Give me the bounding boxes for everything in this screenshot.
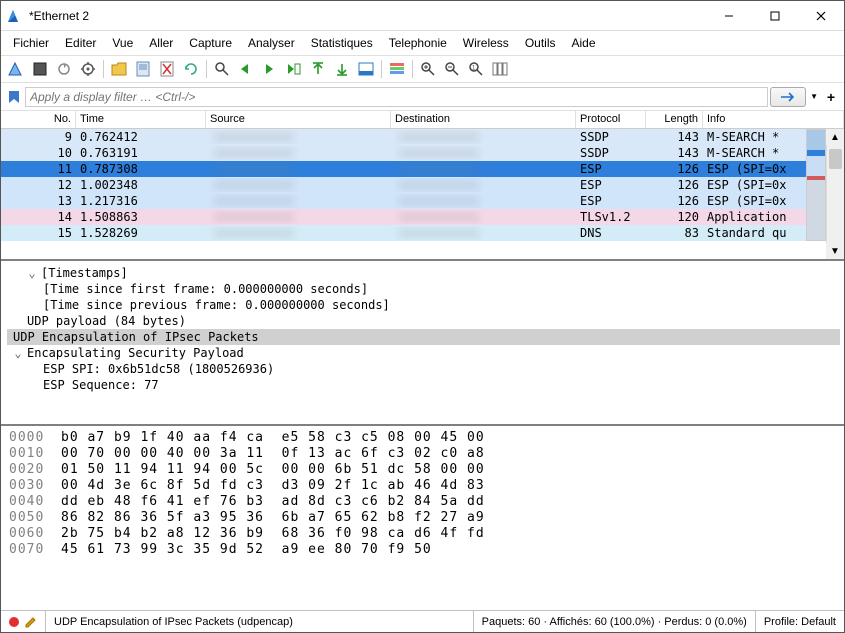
close-button[interactable]	[798, 1, 844, 31]
go-first-packet-icon[interactable]	[307, 58, 329, 80]
go-to-packet-icon[interactable]	[283, 58, 305, 80]
save-file-icon[interactable]	[132, 58, 154, 80]
zoom-out-icon[interactable]	[441, 58, 463, 80]
packet-row[interactable]: 110.787308ESP126ESP (SPI=0x	[1, 161, 844, 177]
shark-fin-icon[interactable]	[5, 58, 27, 80]
status-desc: UDP Encapsulation of IPsec Packets (udpe…	[46, 611, 474, 632]
menu-statistiques[interactable]: Statistiques	[303, 34, 381, 52]
hex-dump-pane[interactable]: 0000b0 a7 b9 1f 40 aa f4 ca e5 58 c3 c5 …	[1, 426, 844, 610]
filter-bar: ▼ +	[1, 83, 844, 111]
minimize-button[interactable]	[706, 1, 752, 31]
menu-aide[interactable]: Aide	[564, 34, 604, 52]
menu-capture[interactable]: Capture	[181, 34, 240, 52]
packet-list-scrollbar[interactable]: ▲ ▼	[826, 129, 844, 259]
status-bar: UDP Encapsulation of IPsec Packets (udpe…	[1, 610, 844, 632]
go-last-packet-icon[interactable]	[331, 58, 353, 80]
auto-scroll-icon[interactable]	[355, 58, 377, 80]
hex-row[interactable]: 002001 50 11 94 11 94 00 5c 00 00 6b 51 …	[9, 462, 836, 478]
col-header-dst[interactable]: Destination	[391, 111, 576, 128]
tree-esp-spi: ESP SPI: 0x6b51dc58 (1800526936)	[7, 361, 840, 377]
stop-capture-icon[interactable]	[29, 58, 51, 80]
hex-row[interactable]: 003000 4d 3e 6c 8f 5d fd c3 d3 09 2f 1c …	[9, 478, 836, 494]
filter-dropdown-icon[interactable]: ▼	[808, 92, 820, 101]
status-left	[1, 611, 46, 632]
filter-bookmark-icon[interactable]	[5, 88, 23, 106]
twisty-open-icon[interactable]: ⌄	[13, 346, 23, 360]
packet-row[interactable]: 121.002348ESP126ESP (SPI=0x	[1, 177, 844, 193]
col-header-time[interactable]: Time	[76, 111, 206, 128]
tree-udp-encap: UDP Encapsulation of IPsec Packets	[7, 329, 840, 345]
hex-row[interactable]: 005086 82 86 36 5f a3 95 36 6b a7 65 62 …	[9, 510, 836, 526]
col-header-len[interactable]: Length	[646, 111, 703, 128]
menu-analyser[interactable]: Analyser	[240, 34, 303, 52]
menu-vue[interactable]: Vue	[104, 34, 141, 52]
filter-apply-button[interactable]	[770, 87, 806, 107]
hex-row[interactable]: 0000b0 a7 b9 1f 40 aa f4 ca e5 58 c3 c5 …	[9, 430, 836, 446]
toolbar-separator	[103, 60, 104, 78]
menu-outils[interactable]: Outils	[517, 34, 564, 52]
reload-icon[interactable]	[180, 58, 202, 80]
tree-ts-first: [Time since first frame: 0.000000000 sec…	[7, 281, 840, 297]
capture-options-icon[interactable]	[77, 58, 99, 80]
maximize-button[interactable]	[752, 1, 798, 31]
zoom-reset-icon[interactable]: 1	[465, 58, 487, 80]
filter-add-button[interactable]: +	[822, 88, 840, 106]
app-logo-icon	[7, 8, 23, 24]
display-filter-input[interactable]	[25, 87, 768, 107]
hex-row[interactable]: 001000 70 00 00 40 00 3a 11 0f 13 ac 6f …	[9, 446, 836, 462]
col-header-info[interactable]: Info	[703, 111, 844, 128]
tree-timestamps: ⌄[Timestamps]	[7, 265, 840, 281]
menu-aller[interactable]: Aller	[141, 34, 181, 52]
colorize-icon[interactable]	[386, 58, 408, 80]
packet-list-header[interactable]: No. Time Source Destination Protocol Len…	[1, 111, 844, 129]
menu-bar: Fichier Editer Vue Aller Capture Analyse…	[1, 31, 844, 55]
hex-row[interactable]: 00602b 75 b4 b2 a8 12 36 b9 68 36 f0 98 …	[9, 526, 836, 542]
expert-info-icon[interactable]	[9, 617, 19, 627]
toolbar-separator	[381, 60, 382, 78]
edit-icon[interactable]	[25, 616, 37, 628]
hex-row[interactable]: 0040dd eb 48 f6 41 ef 76 b3 ad 8d c3 c6 …	[9, 494, 836, 510]
packet-row[interactable]: 100.763191SSDP143M-SEARCH *	[1, 145, 844, 161]
packet-minimap[interactable]	[806, 129, 826, 241]
status-packet-counts: Paquets: 60 · Affichés: 60 (100.0%) · Pe…	[474, 611, 756, 632]
packet-row[interactable]: 151.528269DNS83Standard qu	[1, 225, 844, 241]
find-packet-icon[interactable]	[211, 58, 233, 80]
col-header-no[interactable]: No.	[1, 111, 76, 128]
tree-esp: ⌄Encapsulating Security Payload	[7, 345, 840, 361]
zoom-in-icon[interactable]	[417, 58, 439, 80]
toolbar-separator	[412, 60, 413, 78]
go-next-packet-icon[interactable]	[259, 58, 281, 80]
packet-rows[interactable]: 90.762412SSDP143M-SEARCH * 100.763191SSD…	[1, 129, 844, 259]
open-file-icon[interactable]	[108, 58, 130, 80]
packet-row[interactable]: 131.217316ESP126ESP (SPI=0x	[1, 193, 844, 209]
tree-udp-payload: UDP payload (84 bytes)	[7, 313, 840, 329]
col-header-proto[interactable]: Protocol	[576, 111, 646, 128]
app-window: *Ethernet 2 Fichier Editer Vue Aller Cap…	[0, 0, 845, 633]
go-prev-packet-icon[interactable]	[235, 58, 257, 80]
packet-row[interactable]: 90.762412SSDP143M-SEARCH *	[1, 129, 844, 145]
packet-detail-pane[interactable]: ⌄[Timestamps] [Time since first frame: 0…	[1, 261, 844, 426]
twisty-open-icon[interactable]: ⌄	[27, 266, 37, 280]
scroll-down-icon[interactable]: ▼	[826, 243, 844, 259]
resize-columns-icon[interactable]	[489, 58, 511, 80]
packet-row[interactable]: 141.508863TLSv1.2120Application	[1, 209, 844, 225]
menu-telephonie[interactable]: Telephonie	[381, 34, 455, 52]
status-profile: Profile: Default	[756, 611, 844, 632]
scroll-up-icon[interactable]: ▲	[826, 129, 844, 145]
menu-editer[interactable]: Editer	[57, 34, 104, 52]
toolbar-separator	[206, 60, 207, 78]
close-file-icon[interactable]	[156, 58, 178, 80]
hex-row[interactable]: 007045 61 73 99 3c 35 9d 52 a9 ee 80 70 …	[9, 542, 836, 558]
window-title: *Ethernet 2	[29, 9, 706, 23]
titlebar: *Ethernet 2	[1, 1, 844, 31]
packet-list-pane: No. Time Source Destination Protocol Len…	[1, 111, 844, 261]
menu-fichier[interactable]: Fichier	[5, 34, 57, 52]
tool-bar: 1	[1, 55, 844, 83]
col-header-src[interactable]: Source	[206, 111, 391, 128]
tree-esp-seq: ESP Sequence: 77	[7, 377, 840, 393]
menu-wireless[interactable]: Wireless	[455, 34, 517, 52]
tree-ts-prev: [Time since previous frame: 0.000000000 …	[7, 297, 840, 313]
restart-capture-icon[interactable]	[53, 58, 75, 80]
